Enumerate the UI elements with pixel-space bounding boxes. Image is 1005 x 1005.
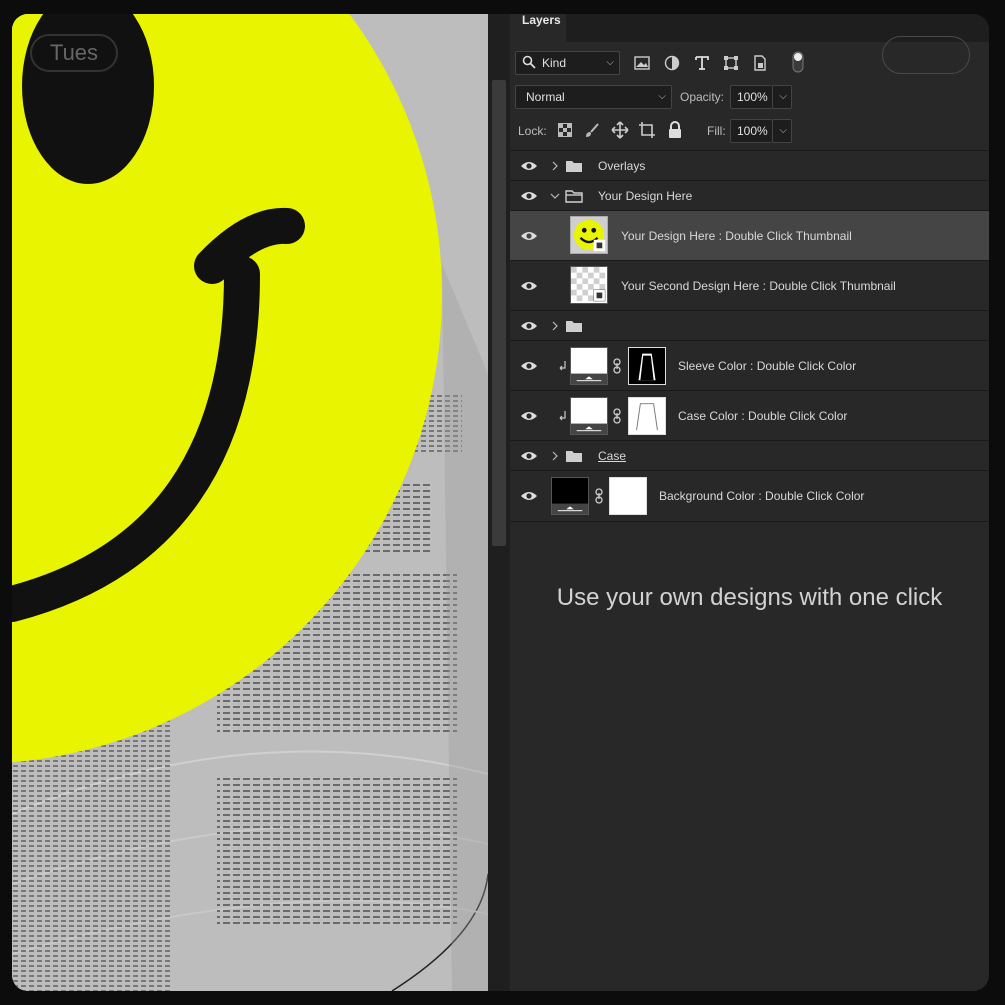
app-window: Tues Layers Kind ⌵ Normal ⌵ Opacity: 100… <box>12 14 989 991</box>
chevron-right-icon[interactable] <box>550 321 560 331</box>
layer-name: Overlays <box>598 159 646 173</box>
layer-case-color[interactable]: Case Color : Double Click Color <box>510 390 989 441</box>
chevron-down-icon: ⌵ <box>779 125 787 136</box>
filter-kind-label: Kind <box>542 56 567 70</box>
layer-background-color[interactable]: Background Color : Double Click Color <box>510 470 989 522</box>
adjustment-filter-icon[interactable] <box>663 54 681 72</box>
folder-icon <box>566 451 582 462</box>
lock-move-icon[interactable] <box>611 121 629 139</box>
eye-icon[interactable] <box>520 230 538 242</box>
eye-icon[interactable] <box>520 490 538 502</box>
layer-sleeve-color[interactable]: Sleeve Color : Double Click Color <box>510 340 989 391</box>
mask-thumbnail[interactable] <box>628 397 666 435</box>
fill-color-thumbnail[interactable] <box>570 397 608 435</box>
opacity-value: 100% <box>737 90 768 104</box>
blend-mode-select[interactable]: Normal ⌵ <box>515 85 672 109</box>
type-filter-icon[interactable] <box>693 54 711 72</box>
eye-icon[interactable] <box>520 450 538 462</box>
image-filter-icon[interactable] <box>633 54 651 72</box>
lock-artboard-icon[interactable] <box>638 121 656 139</box>
chevron-down-icon: ⌵ <box>606 57 614 68</box>
search-icon <box>522 55 536 69</box>
link-icon[interactable] <box>594 488 604 504</box>
layer-your-design-thumbnail[interactable]: Your Design Here : Double Click Thumbnai… <box>510 210 989 261</box>
eye-icon[interactable] <box>520 190 538 202</box>
layers-panel: Layers Kind ⌵ Normal ⌵ Opacity: 100% ⌵ L… <box>510 14 989 991</box>
link-icon[interactable] <box>612 408 622 424</box>
blend-mode-value: Normal <box>526 90 565 104</box>
layer-name: Sleeve Color : Double Click Color <box>678 359 857 373</box>
chevron-right-icon[interactable] <box>550 451 560 461</box>
smart-filter-icon[interactable] <box>751 54 769 72</box>
chevron-right-icon[interactable] <box>550 161 560 171</box>
scrollbar-thumb[interactable] <box>492 80 506 546</box>
folder-icon <box>566 321 582 332</box>
tagline: Use your own designs with one click <box>556 584 943 611</box>
filter-toggle-icon[interactable] <box>792 50 804 74</box>
eye-icon[interactable] <box>520 410 538 422</box>
lock-pixels-icon[interactable] <box>557 122 573 138</box>
mask-thumbnail[interactable] <box>609 477 647 515</box>
blend-row: Normal ⌵ Opacity: 100% ⌵ <box>510 84 989 110</box>
fill-color-thumbnail[interactable] <box>570 347 608 385</box>
eye-icon[interactable] <box>520 320 538 332</box>
chevron-down-icon: ⌵ <box>658 91 666 102</box>
filter-kind-select[interactable]: Kind ⌵ <box>515 51 620 75</box>
shape-filter-icon[interactable] <box>722 54 740 72</box>
eye-icon[interactable] <box>520 160 538 172</box>
eye-icon[interactable] <box>520 280 538 292</box>
chevron-down-icon: ⌵ <box>779 91 787 102</box>
layer-case-group[interactable]: Case <box>510 440 989 471</box>
lock-row: Lock: Fill: 100% ⌵ <box>510 118 989 144</box>
layer-name: Case Color : Double Click Color <box>678 409 848 423</box>
lock-brush-icon[interactable] <box>584 122 600 138</box>
layer-second-design-thumbnail[interactable]: Your Second Design Here : Double Click T… <box>510 260 989 311</box>
folder-icon <box>566 161 582 172</box>
document-canvas[interactable]: Tues <box>12 14 488 991</box>
layer-name: Your Second Design Here : Double Click T… <box>621 279 896 293</box>
fill-color-thumbnail[interactable] <box>551 477 589 515</box>
eye-icon[interactable] <box>520 360 538 372</box>
layer-name: Case <box>598 449 627 463</box>
layer-overlays[interactable]: Overlays <box>510 150 989 181</box>
opacity-label: Opacity: <box>680 90 725 104</box>
smart-object-thumbnail[interactable] <box>570 216 608 254</box>
lock-label: Lock: <box>518 124 547 138</box>
transparent-thumbnail[interactable] <box>570 266 608 304</box>
clip-arrow-icon <box>559 361 566 371</box>
opacity-dropdown[interactable]: ⌵ <box>772 85 792 109</box>
layer-name: Your Design Here <box>598 189 693 203</box>
link-icon[interactable] <box>612 358 622 374</box>
fill-value: 100% <box>737 124 768 138</box>
filter-row: Kind ⌵ <box>510 50 989 76</box>
layer-name: Background Color : Double Click Color <box>659 489 865 503</box>
opacity-input[interactable]: 100% <box>730 85 772 109</box>
canvas-scrollbar[interactable] <box>488 14 510 991</box>
layer-unnamed-group[interactable] <box>510 310 989 341</box>
mask-thumbnail[interactable] <box>628 347 666 385</box>
clip-arrow-icon <box>559 411 566 421</box>
layer-your-design-here-group[interactable]: Your Design Here <box>510 180 989 211</box>
folder-open-icon <box>565 190 583 203</box>
mockup-artwork <box>12 14 488 991</box>
lock-all-icon[interactable] <box>666 121 684 139</box>
day-pill: Tues <box>30 34 118 72</box>
fill-input[interactable]: 100% <box>730 119 772 143</box>
layer-name: Your Design Here : Double Click Thumbnai… <box>621 229 852 243</box>
chevron-down-icon[interactable] <box>550 191 560 201</box>
tab-layers[interactable]: Layers <box>510 14 566 42</box>
fill-label: Fill: <box>707 124 726 138</box>
fill-dropdown[interactable]: ⌵ <box>772 119 792 143</box>
tab-layers-label: Layers <box>522 14 561 27</box>
